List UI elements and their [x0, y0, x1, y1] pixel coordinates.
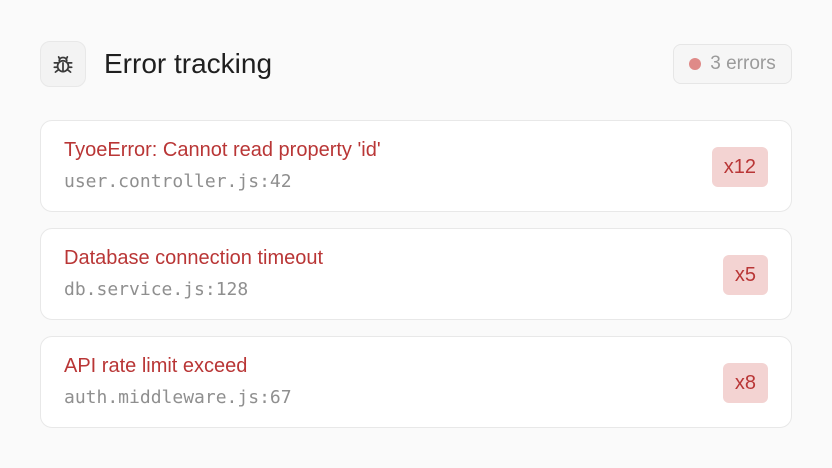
error-message: TyoeError: Cannot read property 'id' — [64, 139, 381, 161]
error-count-badge: 3 errors — [673, 44, 792, 84]
error-item[interactable]: Database connection timeout db.service.j… — [40, 228, 792, 320]
bug-icon — [40, 41, 86, 87]
error-location: auth.middleware.js:67 — [64, 387, 292, 408]
occurrence-count-badge: x5 — [722, 255, 768, 295]
error-message: API rate limit exceed — [64, 355, 248, 377]
occurrence-count-badge: x8 — [722, 363, 768, 403]
error-item[interactable]: TyoeError: Cannot read property 'id' use… — [40, 120, 792, 212]
occurrence-count-badge: x12 — [711, 147, 768, 187]
error-location: db.service.js:128 — [64, 279, 249, 300]
error-count-label: 3 errors — [710, 53, 776, 74]
error-location: user.controller.js:42 — [64, 171, 292, 192]
status-dot — [689, 58, 702, 70]
error-message: Database connection timeout — [64, 247, 324, 269]
page-title: Error tracking — [104, 48, 273, 79]
error-tracking-panel: Error tracking 3 errors TyoeError: Canno… — [0, 0, 832, 468]
error-item[interactable]: API rate limit exceed auth.middleware.js… — [40, 336, 792, 428]
